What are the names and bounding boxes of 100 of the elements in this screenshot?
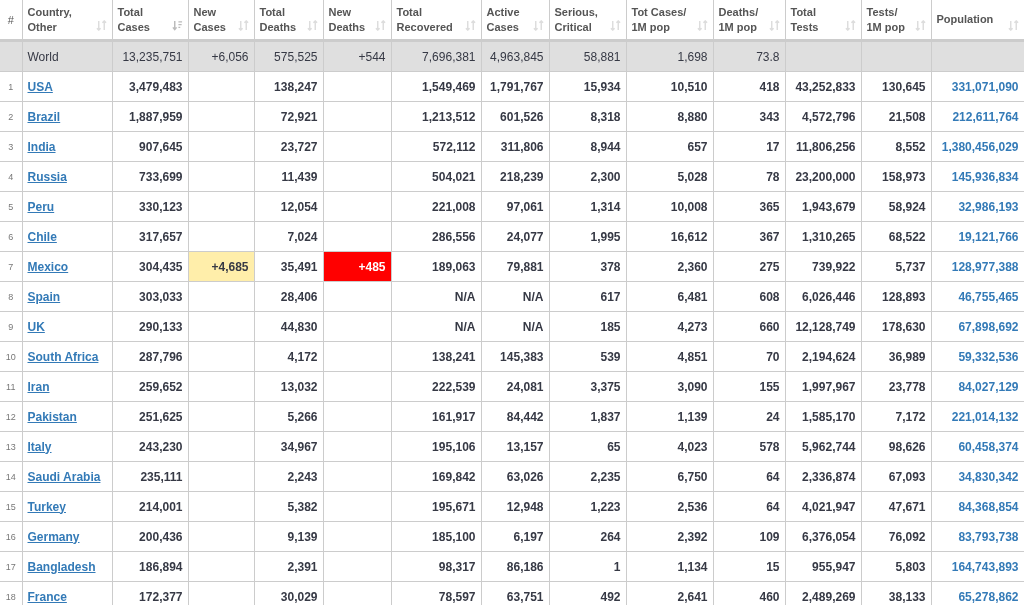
table-cell: 23,727: [254, 131, 323, 162]
table-cell: 6,026,446: [785, 281, 861, 312]
table-cell: 218,239: [481, 161, 549, 192]
table-cell: +6,056: [188, 40, 254, 72]
table-cell: 243,230: [112, 431, 188, 462]
table-cell: 2,300: [549, 161, 626, 192]
row-number: 15: [0, 491, 22, 522]
row-number: 1: [0, 71, 22, 102]
table-cell: 59,332,536: [931, 341, 1024, 372]
table-cell: 63,026: [481, 461, 549, 492]
row-number: 3: [0, 131, 22, 162]
table-cell: 5,737: [861, 251, 931, 282]
table-cell: 1,139: [626, 401, 713, 432]
table-cell: 5,266: [254, 401, 323, 432]
country-link[interactable]: USA: [27, 79, 53, 94]
table-cell: 235,111: [112, 461, 188, 492]
table-cell: 2,536: [626, 491, 713, 522]
table-cell: 15: [713, 551, 785, 582]
row-number: 17: [0, 551, 22, 582]
table-cell: 6,197: [481, 521, 549, 552]
table-cell: 32,986,193: [931, 191, 1024, 222]
table-cell: 73.8: [713, 40, 785, 72]
table-cell: 13,235,751: [112, 40, 188, 72]
table-cell: 34,967: [254, 431, 323, 462]
row-number: 9: [0, 311, 22, 342]
table-cell: 3,375: [549, 371, 626, 402]
table-cell: 63,751: [481, 581, 549, 605]
table-cell: 84,027,129: [931, 371, 1024, 402]
table-cell: 11,806,256: [785, 131, 861, 162]
table-cell: 130,645: [861, 71, 931, 102]
country-link[interactable]: Brazil: [27, 109, 61, 124]
table-cell: 34,830,342: [931, 461, 1024, 492]
country-link[interactable]: Peru: [27, 199, 55, 214]
country-link[interactable]: Chile: [27, 229, 57, 244]
table-cell: 617: [549, 281, 626, 312]
table-cell: 1,997,967: [785, 371, 861, 402]
country-link[interactable]: South Africa: [27, 349, 99, 364]
table-cell: 138,241: [391, 341, 481, 372]
row-number: 14: [0, 461, 22, 492]
table-cell: 1,310,265: [785, 221, 861, 252]
table-cell: 23,200,000: [785, 161, 861, 192]
country-link[interactable]: Turkey: [27, 499, 66, 514]
table-cell: 145,936,834: [931, 161, 1024, 192]
table-cell: 138,247: [254, 71, 323, 102]
country-link[interactable]: Saudi Arabia: [27, 469, 101, 484]
table-cell: 189,063: [391, 251, 481, 282]
table-cell: N/A: [391, 281, 481, 312]
table-cell: 36,989: [861, 341, 931, 372]
country-link[interactable]: Italy: [27, 439, 52, 454]
table-cell: 4,851: [626, 341, 713, 372]
country-link[interactable]: Spain: [27, 289, 61, 304]
country-link[interactable]: Bangladesh: [27, 559, 96, 574]
table-cell: 4,021,947: [785, 491, 861, 522]
table-cell: 4,273: [626, 311, 713, 342]
country-link[interactable]: Germany: [27, 529, 80, 544]
table-cell: 12,054: [254, 191, 323, 222]
table-cell: 24,077: [481, 221, 549, 252]
table-cell: 8,944: [549, 131, 626, 162]
table-cell: 657: [626, 131, 713, 162]
country-link[interactable]: Mexico: [27, 259, 69, 274]
table-cell: 504,021: [391, 161, 481, 192]
table-cell: 24,081: [481, 371, 549, 402]
row-number: 5: [0, 191, 22, 222]
country-link[interactable]: India: [27, 139, 56, 154]
table-cell: 86,186: [481, 551, 549, 582]
table-cell: 5,803: [861, 551, 931, 582]
table-cell: 601,526: [481, 101, 549, 132]
table-cell: 65,278,862: [931, 581, 1024, 605]
table-cell: 169,842: [391, 461, 481, 492]
table-cell: 1,134: [626, 551, 713, 582]
table-cell: 343: [713, 101, 785, 132]
table-cell: 2,235: [549, 461, 626, 492]
row-number: 8: [0, 281, 22, 312]
table-cell: 290,133: [112, 311, 188, 342]
table-cell: 5,382: [254, 491, 323, 522]
table-cell: 222,539: [391, 371, 481, 402]
table-cell: 12,948: [481, 491, 549, 522]
table-cell: 4,023: [626, 431, 713, 462]
table-cell: 739,922: [785, 251, 861, 282]
country-link[interactable]: Russia: [27, 169, 67, 184]
row-number: 7: [0, 251, 22, 282]
table-cell: 660: [713, 311, 785, 342]
country-link[interactable]: UK: [27, 319, 45, 334]
table-cell: 11,439: [254, 161, 323, 192]
table-cell: 12,128,749: [785, 311, 861, 342]
table-cell: 2,392: [626, 521, 713, 552]
table-cell: 378: [549, 251, 626, 282]
table-cell: 172,377: [112, 581, 188, 605]
table-cell: 21,508: [861, 101, 931, 132]
country-link[interactable]: Pakistan: [27, 409, 77, 424]
table-cell: 145,383: [481, 341, 549, 372]
table-cell: 1,549,469: [391, 71, 481, 102]
table-cell: 200,436: [112, 521, 188, 552]
table-cell: 78,597: [391, 581, 481, 605]
table-cell: 3,090: [626, 371, 713, 402]
table-cell: 83,793,738: [931, 521, 1024, 552]
country-link[interactable]: France: [27, 589, 67, 604]
country-link[interactable]: Iran: [27, 379, 50, 394]
table-cell: 98,626: [861, 431, 931, 462]
table-cell: 2,194,624: [785, 341, 861, 372]
